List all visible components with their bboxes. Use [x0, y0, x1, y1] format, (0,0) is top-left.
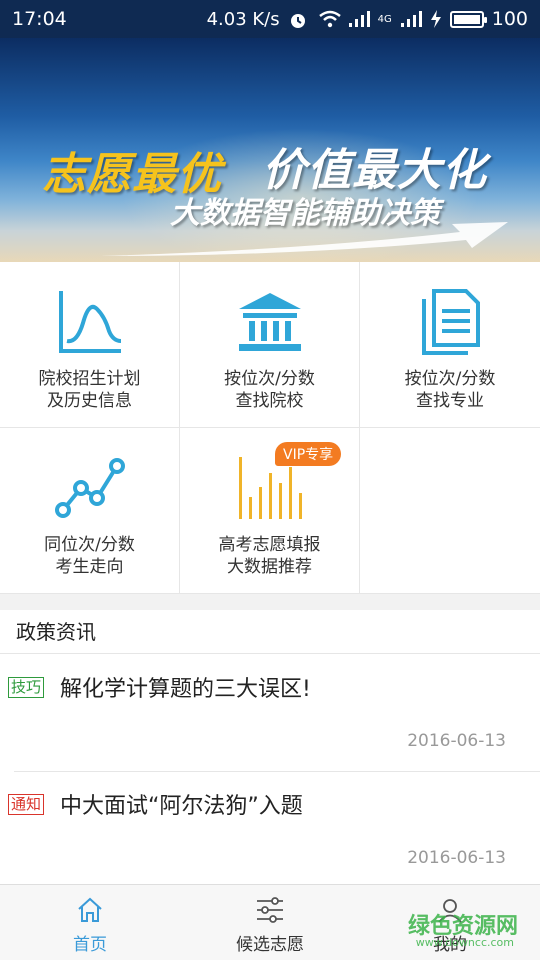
- wifi-icon: [318, 10, 341, 28]
- feature-grid: 院校招生计划 及历史信息 按位次/分数 查找院校 按位次/分数 查找专业 同位次…: [0, 262, 540, 594]
- vip-badge: VIP专享: [275, 442, 342, 466]
- tab-label: 首页: [73, 935, 107, 955]
- signal-icon: [348, 10, 370, 28]
- feature-label: 高考志愿填报 大数据推荐: [218, 535, 321, 577]
- building-icon: [237, 286, 303, 358]
- divider: [14, 771, 540, 772]
- tab-candidate-choices[interactable]: 候选志愿: [180, 885, 360, 960]
- network-speed: 4.03 K/s: [206, 8, 280, 30]
- home-icon: [76, 897, 104, 928]
- news-date: 2016-06-13: [407, 731, 506, 751]
- network-type: 4G: [377, 13, 392, 25]
- document-icon: [420, 286, 480, 358]
- section-separator: [0, 594, 540, 610]
- feature-bigdata-recommend[interactable]: VIP专享 高考志愿填报 大数据推荐: [180, 428, 360, 594]
- tab-label: 候选志愿: [236, 935, 304, 955]
- status-bar: 17:04 4.03 K/s 4G 100: [0, 0, 540, 38]
- feature-label: 按位次/分数 查找专业: [404, 369, 496, 411]
- watermark-url: www.downcc.com: [415, 936, 514, 949]
- news-headline: 解化学计算题的三大误区!: [60, 677, 311, 702]
- feature-label: 院校招生计划 及历史信息: [38, 369, 141, 411]
- feature-student-trend[interactable]: 同位次/分数 考生走向: [0, 428, 180, 594]
- signal-icon-2: [400, 10, 422, 28]
- status-time: 17:04: [12, 8, 67, 30]
- news-date: 2016-06-13: [407, 848, 506, 868]
- swoosh-arrow-icon: [100, 222, 508, 256]
- battery-level: 100: [491, 8, 528, 30]
- promo-banner[interactable]: 志愿最优 价值最大化 大数据智能辅助决策: [0, 38, 540, 262]
- feature-label: 同位次/分数 考生走向: [44, 535, 135, 577]
- feature-enrollment-plan[interactable]: 院校招生计划 及历史信息: [0, 262, 180, 428]
- alarm-icon: [288, 10, 310, 28]
- news-section-title: 政策资讯: [0, 610, 540, 654]
- charging-icon: [430, 10, 442, 28]
- line-chart-icon: [55, 286, 125, 358]
- news-tag: 通知: [8, 794, 45, 815]
- news-headline: 中大面试“阿尔法狗”入题: [60, 794, 303, 819]
- feature-find-major[interactable]: 按位次/分数 查找专业: [360, 262, 540, 428]
- feature-empty-slot: [360, 428, 540, 594]
- feature-label: 按位次/分数 查找院校: [224, 369, 315, 411]
- trend-icon: [54, 452, 125, 524]
- sliders-icon: [255, 897, 285, 928]
- news-tag: 技巧: [8, 677, 45, 698]
- feature-find-college[interactable]: 按位次/分数 查找院校: [180, 262, 360, 428]
- battery-icon: [449, 10, 487, 28]
- tab-home[interactable]: 首页: [0, 885, 180, 960]
